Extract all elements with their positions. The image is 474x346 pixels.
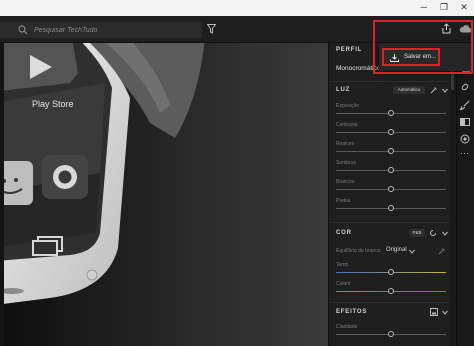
separator [331, 222, 449, 223]
play-store-label: Play Store [32, 99, 74, 109]
healing-icon[interactable] [460, 82, 470, 92]
left-edge [0, 43, 4, 346]
slider-label: Temp [336, 262, 349, 268]
maximize-icon[interactable]: ❐ [436, 1, 452, 14]
photo-canvas[interactable]: Play Store [0, 43, 328, 346]
download-icon [390, 54, 399, 62]
slider-label: Contraste [336, 122, 358, 128]
slider-label: Realces [336, 141, 355, 147]
vignette-icon[interactable] [430, 308, 438, 316]
white-balance-label: Equilíbrio de branco [336, 248, 381, 254]
chevron-down-icon[interactable] [442, 88, 448, 93]
gradient-icon[interactable] [460, 117, 470, 127]
filter-icon[interactable] [207, 24, 216, 34]
slider-knob[interactable] [388, 110, 394, 116]
profile-heading: PERFIL [336, 47, 363, 53]
chevron-down-icon[interactable] [442, 231, 448, 236]
chevron-down-icon[interactable] [442, 310, 448, 315]
bw-button[interactable]: P&B [409, 229, 425, 237]
search-input[interactable] [34, 22, 194, 38]
more-icon[interactable]: ··· [460, 148, 469, 158]
brush-icon[interactable] [460, 100, 470, 110]
slider-label: Claridade [336, 324, 358, 330]
slider-knob[interactable] [388, 167, 394, 173]
separator [331, 81, 449, 82]
radial-icon[interactable] [460, 134, 470, 144]
slider-label: Pretos [336, 198, 351, 204]
slider-label: Brancos [336, 179, 355, 185]
window-title-bar: ─ ❐ ✕ [0, 0, 474, 16]
slider-knob[interactable] [388, 129, 394, 135]
color-heading: COR [336, 230, 352, 236]
refresh-icon[interactable] [429, 229, 437, 237]
eyedropper-icon[interactable] [438, 247, 446, 255]
slider-knob[interactable] [388, 205, 394, 211]
save-as-label: Salvar em... [404, 54, 437, 60]
slider-label: Exposição [336, 103, 360, 109]
search-icon [18, 25, 28, 35]
effects-heading: EFEITOS [336, 309, 368, 315]
save-as-menu-item[interactable]: Salvar em... [382, 48, 440, 66]
slider-knob[interactable] [388, 288, 394, 294]
minimize-icon[interactable]: ─ [416, 1, 432, 14]
auto-button[interactable]: Automático [393, 86, 425, 94]
slider-knob[interactable] [388, 186, 394, 192]
slider-knob[interactable] [388, 269, 394, 275]
slider-knob[interactable] [388, 331, 394, 337]
close-icon[interactable]: ✕ [456, 1, 472, 14]
slider-knob[interactable] [388, 148, 394, 154]
slider-label: Sombras [336, 160, 357, 166]
light-heading: LUZ [336, 87, 351, 93]
separator [331, 302, 449, 303]
search-box[interactable] [0, 22, 202, 38]
chevron-down-icon[interactable] [409, 249, 415, 254]
eyedropper-icon[interactable] [430, 86, 438, 94]
white-balance-select[interactable]: Original [386, 247, 407, 253]
slider-label: Colorir [336, 281, 351, 287]
phone-photo [0, 43, 328, 346]
